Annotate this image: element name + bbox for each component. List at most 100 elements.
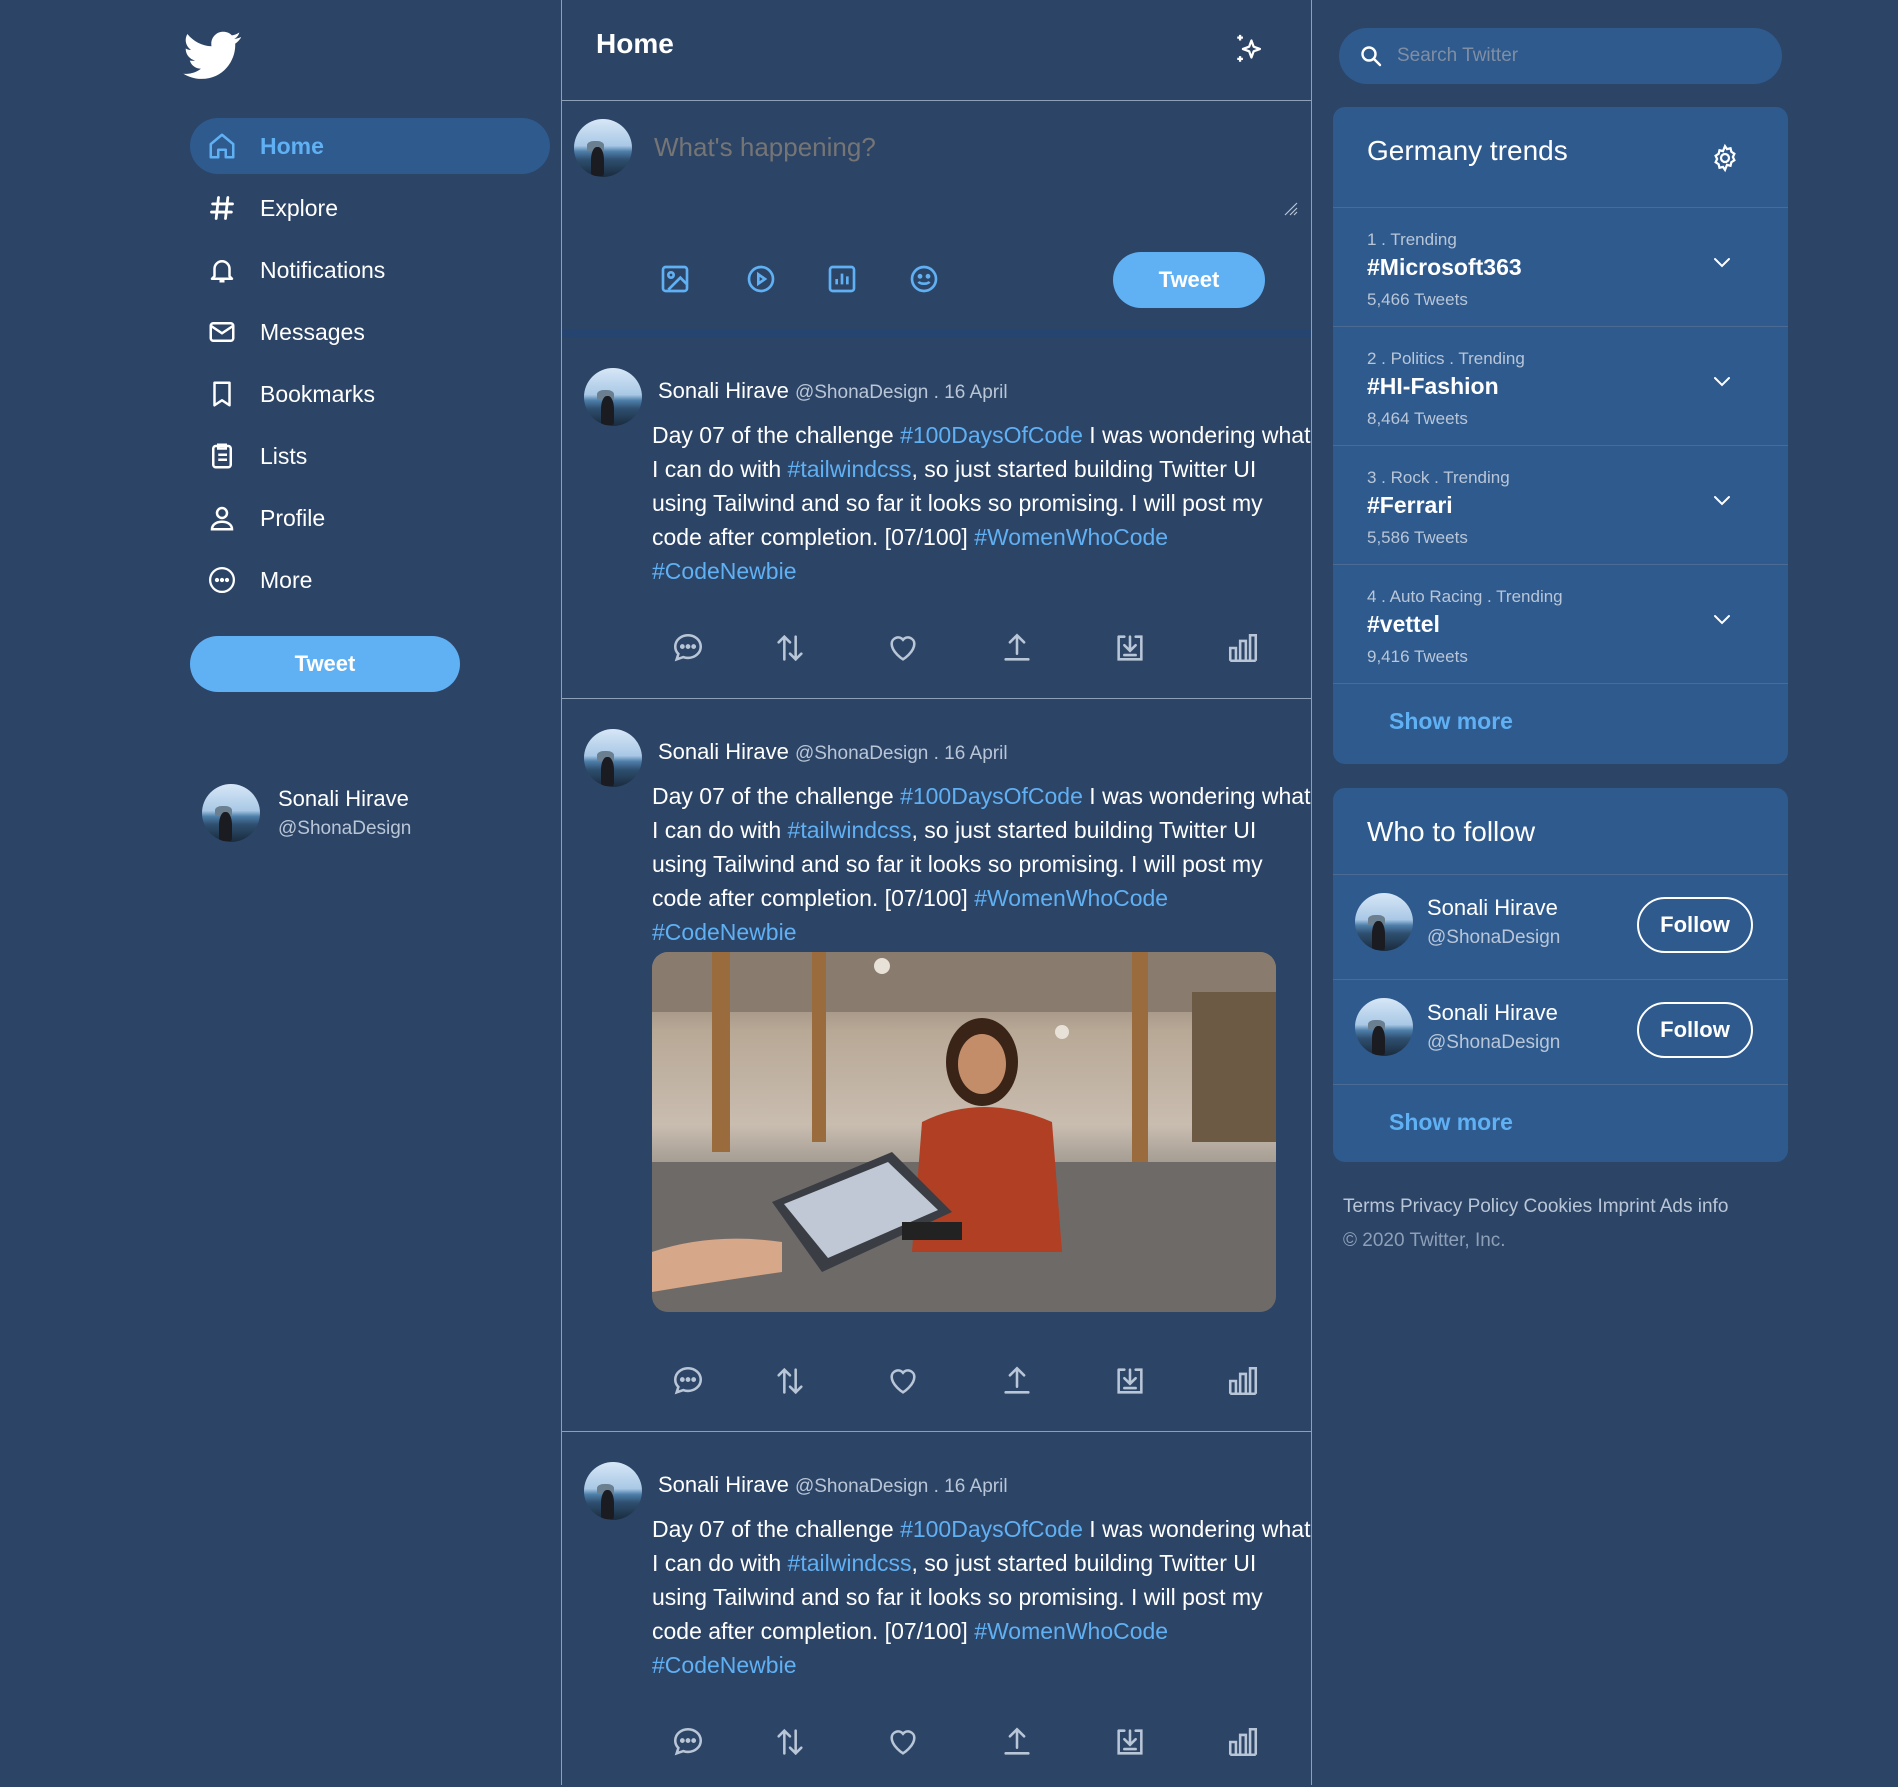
- avatar: [202, 784, 260, 842]
- footer: Terms Privacy Policy Cookies Imprint Ads…: [1343, 1196, 1728, 1252]
- reply-icon[interactable]: [671, 631, 705, 665]
- hashtag-link[interactable]: #100DaysOfCode: [900, 1516, 1083, 1542]
- suggestion-name: Sonali Hirave: [1427, 1000, 1558, 1025]
- hashtag-link[interactable]: #100DaysOfCode: [900, 783, 1083, 809]
- tweet[interactable]: Sonali Hirave @ShonaDesign . 16 April Da…: [562, 1432, 1311, 1787]
- poll-icon[interactable]: [826, 263, 858, 295]
- analytics-icon[interactable]: [1226, 1725, 1260, 1759]
- trend-count: 9,416 Tweets: [1367, 647, 1468, 666]
- footer-links[interactable]: Terms Privacy Policy Cookies Imprint Ads…: [1343, 1196, 1728, 1218]
- tweet-header: Sonali Hirave @ShonaDesign . 16 April: [658, 1472, 1008, 1498]
- trend-item[interactable]: 2 . Politics . Trending #HI-Fashion 8,46…: [1333, 326, 1788, 445]
- follow-button[interactable]: Follow: [1637, 1002, 1753, 1058]
- share-icon[interactable]: [1000, 1725, 1034, 1759]
- emoji-icon[interactable]: [908, 263, 940, 295]
- hashtag-link[interactable]: #CodeNewbie: [652, 919, 796, 945]
- chevron-down-icon[interactable]: [1710, 250, 1734, 274]
- hashtag-icon: [206, 192, 238, 224]
- twitter-bird-icon[interactable]: [180, 26, 246, 84]
- share-icon[interactable]: [1000, 631, 1034, 665]
- account-switcher[interactable]: Sonali Hirave @ShonaDesign: [202, 784, 411, 842]
- bookmark-download-icon[interactable]: [1113, 1364, 1147, 1398]
- gif-icon[interactable]: [745, 263, 777, 295]
- chevron-down-icon[interactable]: [1710, 488, 1734, 512]
- nav-label: Explore: [260, 194, 338, 221]
- compose-tweet-button[interactable]: Tweet: [1113, 252, 1265, 308]
- hashtag-link[interactable]: #CodeNewbie: [652, 1652, 796, 1678]
- analytics-icon[interactable]: [1226, 1364, 1260, 1398]
- avatar: [584, 368, 642, 426]
- home-icon: [206, 130, 238, 162]
- nav-item-notifications[interactable]: Notifications: [190, 242, 550, 298]
- retweet-icon[interactable]: [773, 631, 807, 665]
- trend-item[interactable]: 3 . Rock . Trending #Ferrari 5,586 Tweet…: [1333, 445, 1788, 564]
- resize-handle-icon[interactable]: [1283, 201, 1299, 217]
- nav-item-home[interactable]: Home: [190, 118, 550, 174]
- reply-icon[interactable]: [671, 1364, 705, 1398]
- nav-item-more[interactable]: More: [190, 552, 550, 608]
- trend-item[interactable]: 1 . Trending #Microsoft363 5,466 Tweets: [1333, 207, 1788, 326]
- tweet-actions: [562, 1364, 1311, 1404]
- bookmark-download-icon[interactable]: [1113, 631, 1147, 665]
- search-icon: [1361, 46, 1382, 67]
- tweet-handle-date: @ShonaDesign . 16 April: [794, 382, 1008, 403]
- nav-item-bookmarks[interactable]: Bookmarks: [190, 366, 550, 422]
- trends-show-more-link[interactable]: Show more: [1389, 708, 1513, 735]
- chevron-down-icon[interactable]: [1710, 369, 1734, 393]
- follow-suggestion[interactable]: Sonali Hirave @ShonaDesign Follow: [1333, 979, 1788, 1084]
- retweet-icon[interactable]: [773, 1725, 807, 1759]
- bell-icon: [206, 254, 238, 286]
- nav-item-profile[interactable]: Profile: [190, 490, 550, 546]
- trend-count: 5,466 Tweets: [1367, 290, 1468, 309]
- nav-item-explore[interactable]: Explore: [190, 180, 550, 236]
- trends-footer: Show more: [1333, 683, 1788, 764]
- tweet-image[interactable]: [652, 952, 1276, 1312]
- hashtag-link[interactable]: #CodeNewbie: [652, 558, 796, 584]
- tweet-text: Day 07 of the challenge #100DaysOfCode I…: [652, 1512, 1312, 1682]
- hashtag-link[interactable]: #tailwindcss: [788, 1550, 912, 1576]
- nav-item-lists[interactable]: Lists: [190, 428, 550, 484]
- hashtag-link[interactable]: #100DaysOfCode: [900, 422, 1083, 448]
- like-icon[interactable]: [886, 631, 920, 665]
- trend-item[interactable]: 4 . Auto Racing . Trending #vettel 9,416…: [1333, 564, 1788, 683]
- compose-input[interactable]: [652, 131, 1256, 164]
- who-to-follow-card: Who to follow Sonali Hirave @ShonaDesign…: [1333, 788, 1788, 1162]
- suggestion-handle: @ShonaDesign: [1427, 1032, 1561, 1053]
- like-icon[interactable]: [886, 1364, 920, 1398]
- photo-illustration: [652, 952, 1276, 1312]
- hashtag-link[interactable]: #WomenWhoCode: [974, 885, 1168, 911]
- tweet[interactable]: Sonali Hirave @ShonaDesign . 16 April Da…: [562, 338, 1311, 699]
- retweet-icon[interactable]: [773, 1364, 807, 1398]
- share-icon[interactable]: [1000, 1364, 1034, 1398]
- nav-item-messages[interactable]: Messages: [190, 304, 550, 360]
- hashtag-link[interactable]: #WomenWhoCode: [974, 524, 1168, 550]
- follow-suggestion[interactable]: Sonali Hirave @ShonaDesign Follow: [1333, 874, 1788, 979]
- settings-gear-icon[interactable]: [1710, 143, 1740, 173]
- like-icon[interactable]: [886, 1725, 920, 1759]
- envelope-icon: [206, 316, 238, 348]
- tweet-header: Sonali Hirave @ShonaDesign . 16 April: [658, 739, 1008, 765]
- search-bar[interactable]: [1339, 28, 1782, 84]
- analytics-icon[interactable]: [1226, 631, 1260, 665]
- avatar: [584, 1462, 642, 1520]
- hashtag-link[interactable]: #WomenWhoCode: [974, 1618, 1168, 1644]
- tweet[interactable]: Sonali Hirave @ShonaDesign . 16 April Da…: [562, 699, 1311, 1432]
- account-name: Sonali Hirave: [278, 786, 409, 811]
- hashtag-link[interactable]: #tailwindcss: [788, 456, 912, 482]
- follow-show-more-link[interactable]: Show more: [1389, 1109, 1513, 1136]
- search-input[interactable]: [1395, 44, 1759, 68]
- hashtag-link[interactable]: #tailwindcss: [788, 817, 912, 843]
- sidebar-tweet-button[interactable]: Tweet: [190, 636, 460, 692]
- chevron-down-icon[interactable]: [1710, 607, 1734, 631]
- reply-icon[interactable]: [671, 1725, 705, 1759]
- list-icon: [206, 440, 238, 472]
- tweet-header: Sonali Hirave @ShonaDesign . 16 April: [658, 378, 1008, 404]
- avatar: [574, 119, 632, 177]
- tweet-author-name: Sonali Hirave: [658, 378, 789, 403]
- image-icon[interactable]: [659, 263, 691, 295]
- timeline-header: Home: [562, 0, 1311, 101]
- sparkle-icon[interactable]: [1233, 32, 1267, 66]
- page-title: Home: [596, 28, 674, 59]
- bookmark-download-icon[interactable]: [1113, 1725, 1147, 1759]
- follow-button[interactable]: Follow: [1637, 897, 1753, 953]
